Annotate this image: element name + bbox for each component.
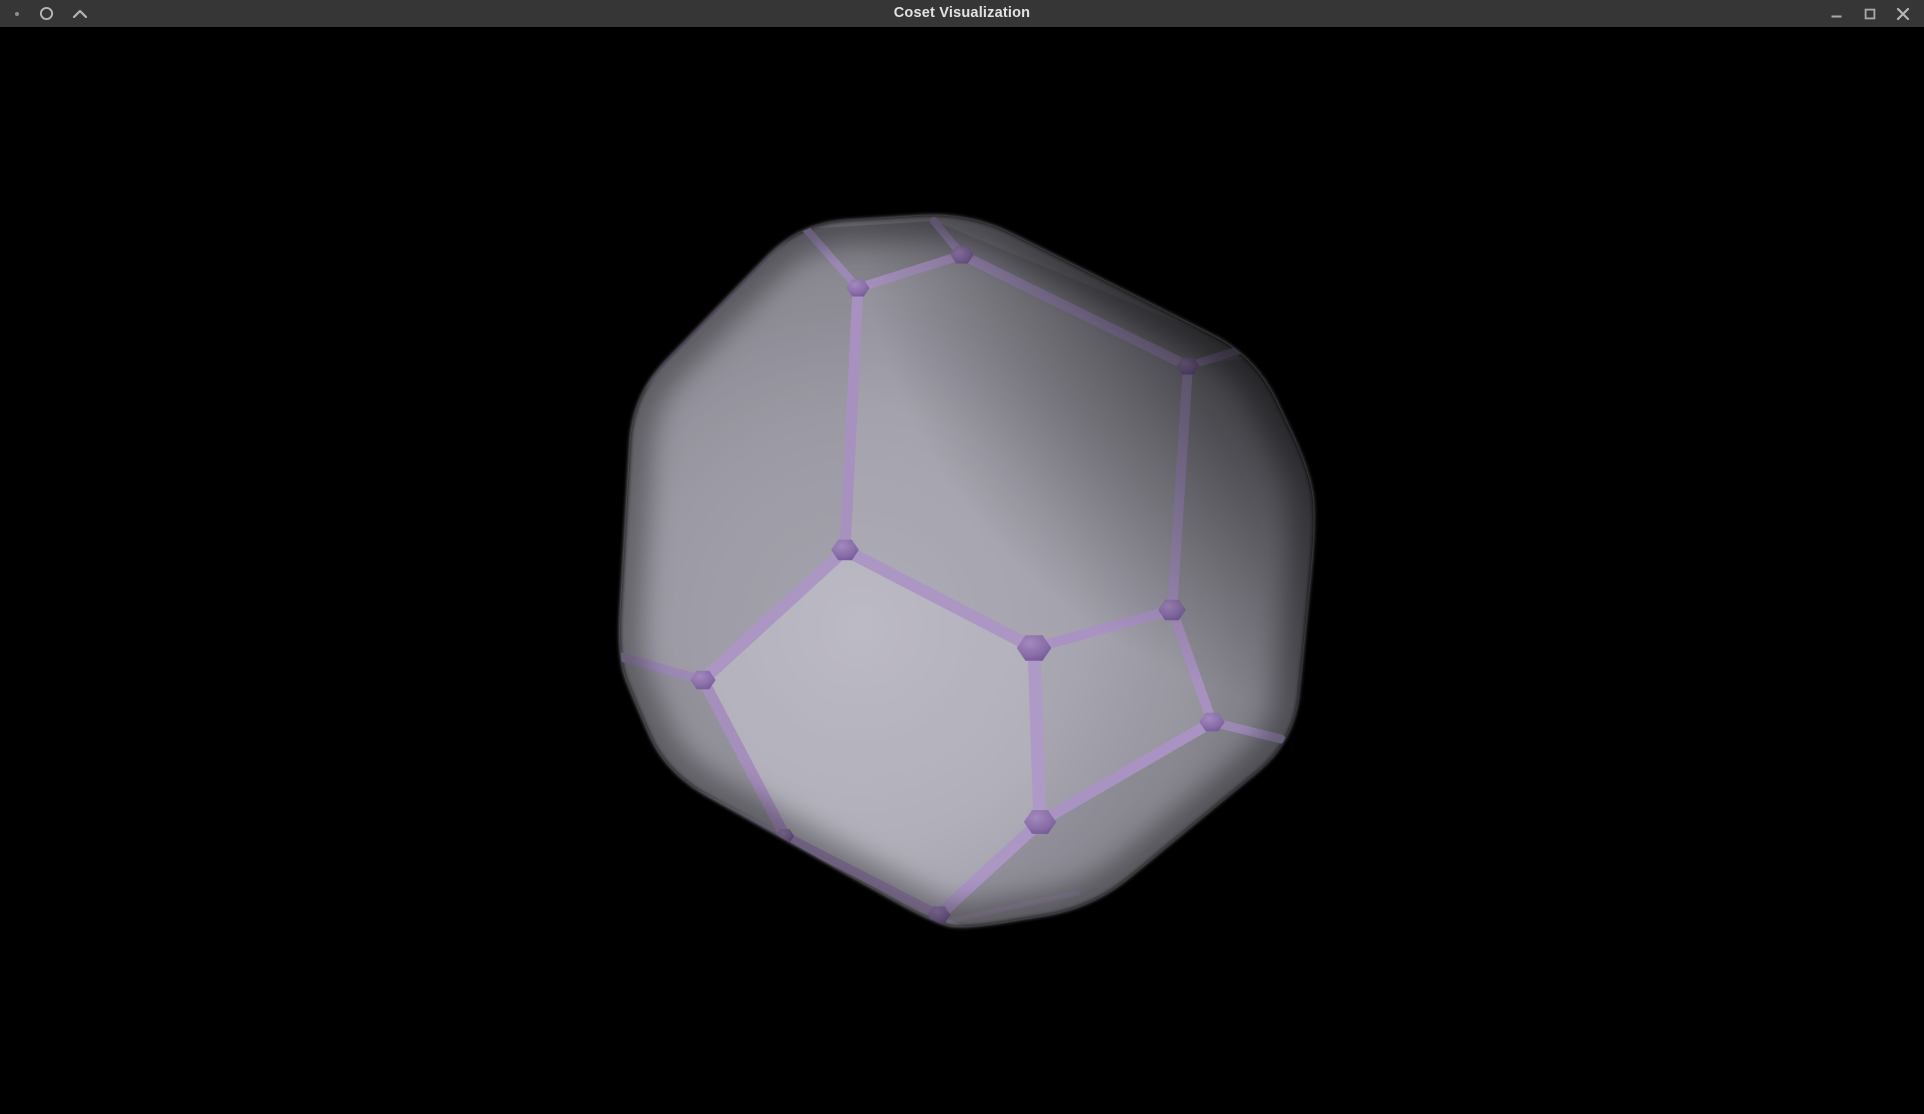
maximize-button[interactable] bbox=[1853, 0, 1886, 27]
titlebar-left-controls bbox=[0, 0, 96, 27]
app-circle-button[interactable] bbox=[30, 0, 63, 27]
close-button[interactable] bbox=[1886, 0, 1919, 27]
titlebar-right-controls bbox=[1820, 0, 1924, 27]
minimize-icon bbox=[1830, 7, 1843, 20]
window-title: Coset Visualization bbox=[0, 0, 1924, 27]
dot-icon bbox=[15, 12, 19, 16]
render-canvas[interactable] bbox=[0, 27, 1924, 1114]
circle-icon bbox=[39, 6, 54, 21]
shadow-overlay bbox=[0, 27, 1924, 1114]
titlebar: Coset Visualization bbox=[0, 0, 1924, 27]
coset-polytope-scene bbox=[0, 27, 1924, 1114]
maximize-icon bbox=[1864, 8, 1876, 20]
chevron-up-icon bbox=[72, 9, 88, 19]
close-icon bbox=[1896, 7, 1910, 21]
minimize-button[interactable] bbox=[1820, 0, 1853, 27]
window-shade-button[interactable] bbox=[63, 0, 96, 27]
app-dot-button[interactable] bbox=[4, 0, 30, 27]
